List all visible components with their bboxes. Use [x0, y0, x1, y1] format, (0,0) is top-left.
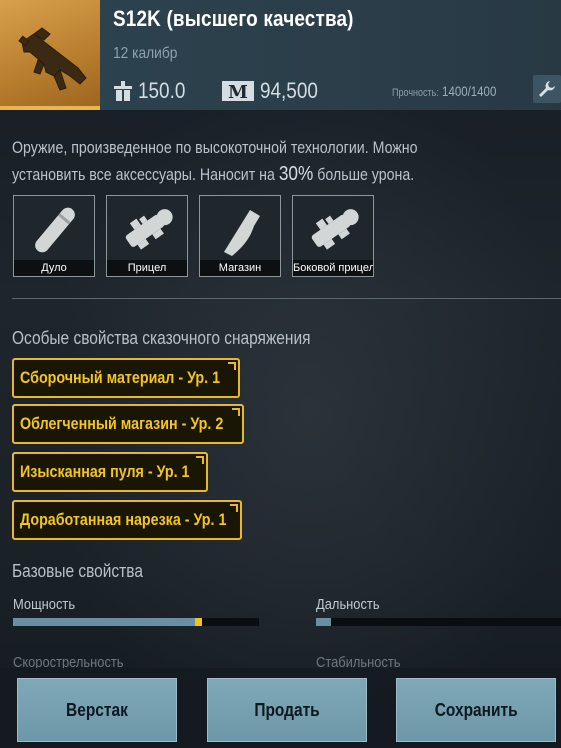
stat-bar-range	[316, 618, 561, 626]
wrench-icon	[539, 81, 555, 97]
rifle-icon	[18, 27, 87, 91]
item-name: S12K (высшего качества)	[113, 6, 354, 31]
side-scope-icon	[311, 209, 359, 250]
description-line-2-suffix: больше урона.	[313, 166, 415, 184]
damage-bonus: 30%	[278, 163, 314, 185]
stat-bar-power	[13, 618, 259, 626]
save-button-label: Сохранить	[434, 699, 518, 720]
stat-label-range: Дальность	[316, 596, 380, 613]
stat-label-power: Мощность	[13, 596, 76, 613]
currency-icon: M	[222, 81, 254, 101]
attachment-slot-scope[interactable]: Прицел	[106, 195, 188, 277]
legendary-property-label: Изысканная пуля - Ур. 1	[20, 462, 190, 481]
workbench-button-label: Верстак	[66, 699, 128, 720]
legendary-property[interactable]: Изысканная пуля - Ур. 1	[12, 452, 208, 492]
attachment-label-muzzle: Дуло	[14, 260, 94, 276]
attachment-label-side-scope: Боковой прицел	[293, 260, 373, 276]
stat-bar-fill	[13, 618, 195, 626]
base-properties-title: Базовые свойства	[12, 561, 143, 581]
item-description: Оружие, произведенное по высокоточной те…	[12, 135, 528, 188]
legendary-property-label: Доработанная нарезка - Ур. 1	[20, 510, 227, 529]
attachment-slot-side-scope[interactable]: Боковой прицел	[292, 195, 374, 277]
stat-bar-fill	[316, 618, 331, 626]
legendary-property[interactable]: Сборочный материал - Ур. 1	[12, 358, 240, 398]
weight-stat: 150.0	[114, 78, 193, 104]
thumbnail-stripe	[0, 106, 100, 110]
svg-text:M: M	[228, 82, 248, 101]
legendary-property[interactable]: Облегченный магазин - Ур. 2	[12, 404, 244, 444]
section-divider	[12, 298, 561, 299]
attachment-label-magazine: Магазин	[200, 260, 280, 276]
legendary-property-label: Сборочный материал - Ур. 1	[20, 368, 221, 387]
description-line-1: Оружие, произведенное по высокоточной те…	[12, 139, 418, 157]
legendary-properties-title: Особые свойства сказочного снаряжения	[12, 328, 311, 348]
durability: Прочность: 1400/1400	[392, 83, 496, 99]
magazine-icon	[224, 210, 260, 256]
workbench-button[interactable]: Верстак	[17, 678, 177, 742]
attachment-label-scope: Прицел	[107, 260, 187, 276]
save-button[interactable]: Сохранить	[396, 678, 556, 742]
repair-button[interactable]	[533, 75, 561, 103]
item-caliber: 12 калибр	[113, 45, 178, 62]
stat-bar-marker	[195, 618, 202, 626]
weight-icon	[114, 81, 132, 101]
legendary-property-label: Облегченный магазин - Ур. 2	[20, 414, 224, 433]
sell-button-label: Продать	[254, 699, 320, 720]
durability-value: 1400/1400	[442, 83, 497, 99]
description-line-2: установить все аксессуары. Наносит на 30…	[12, 161, 528, 188]
attachment-slot-muzzle[interactable]: Дуло	[13, 195, 95, 277]
item-detail-panel: S12K (высшего качества) 12 калибр 150.0 …	[0, 0, 561, 748]
scope-icon	[125, 209, 173, 250]
weight-value: 150.0	[138, 78, 186, 103]
attachment-slot-magazine[interactable]: Магазин	[199, 195, 281, 277]
sell-button[interactable]: Продать	[207, 678, 367, 742]
muzzle-icon	[35, 207, 75, 253]
price-stat: M 94,500	[222, 78, 327, 104]
item-thumbnail	[0, 0, 100, 110]
price-value: 94,500	[260, 78, 318, 103]
legendary-property[interactable]: Доработанная нарезка - Ур. 1	[12, 500, 242, 540]
durability-label: Прочность:	[392, 87, 439, 99]
item-header: S12K (высшего качества) 12 калибр 150.0 …	[0, 0, 561, 110]
description-line-2-prefix: установить все аксессуары. Наносит на	[12, 166, 279, 184]
